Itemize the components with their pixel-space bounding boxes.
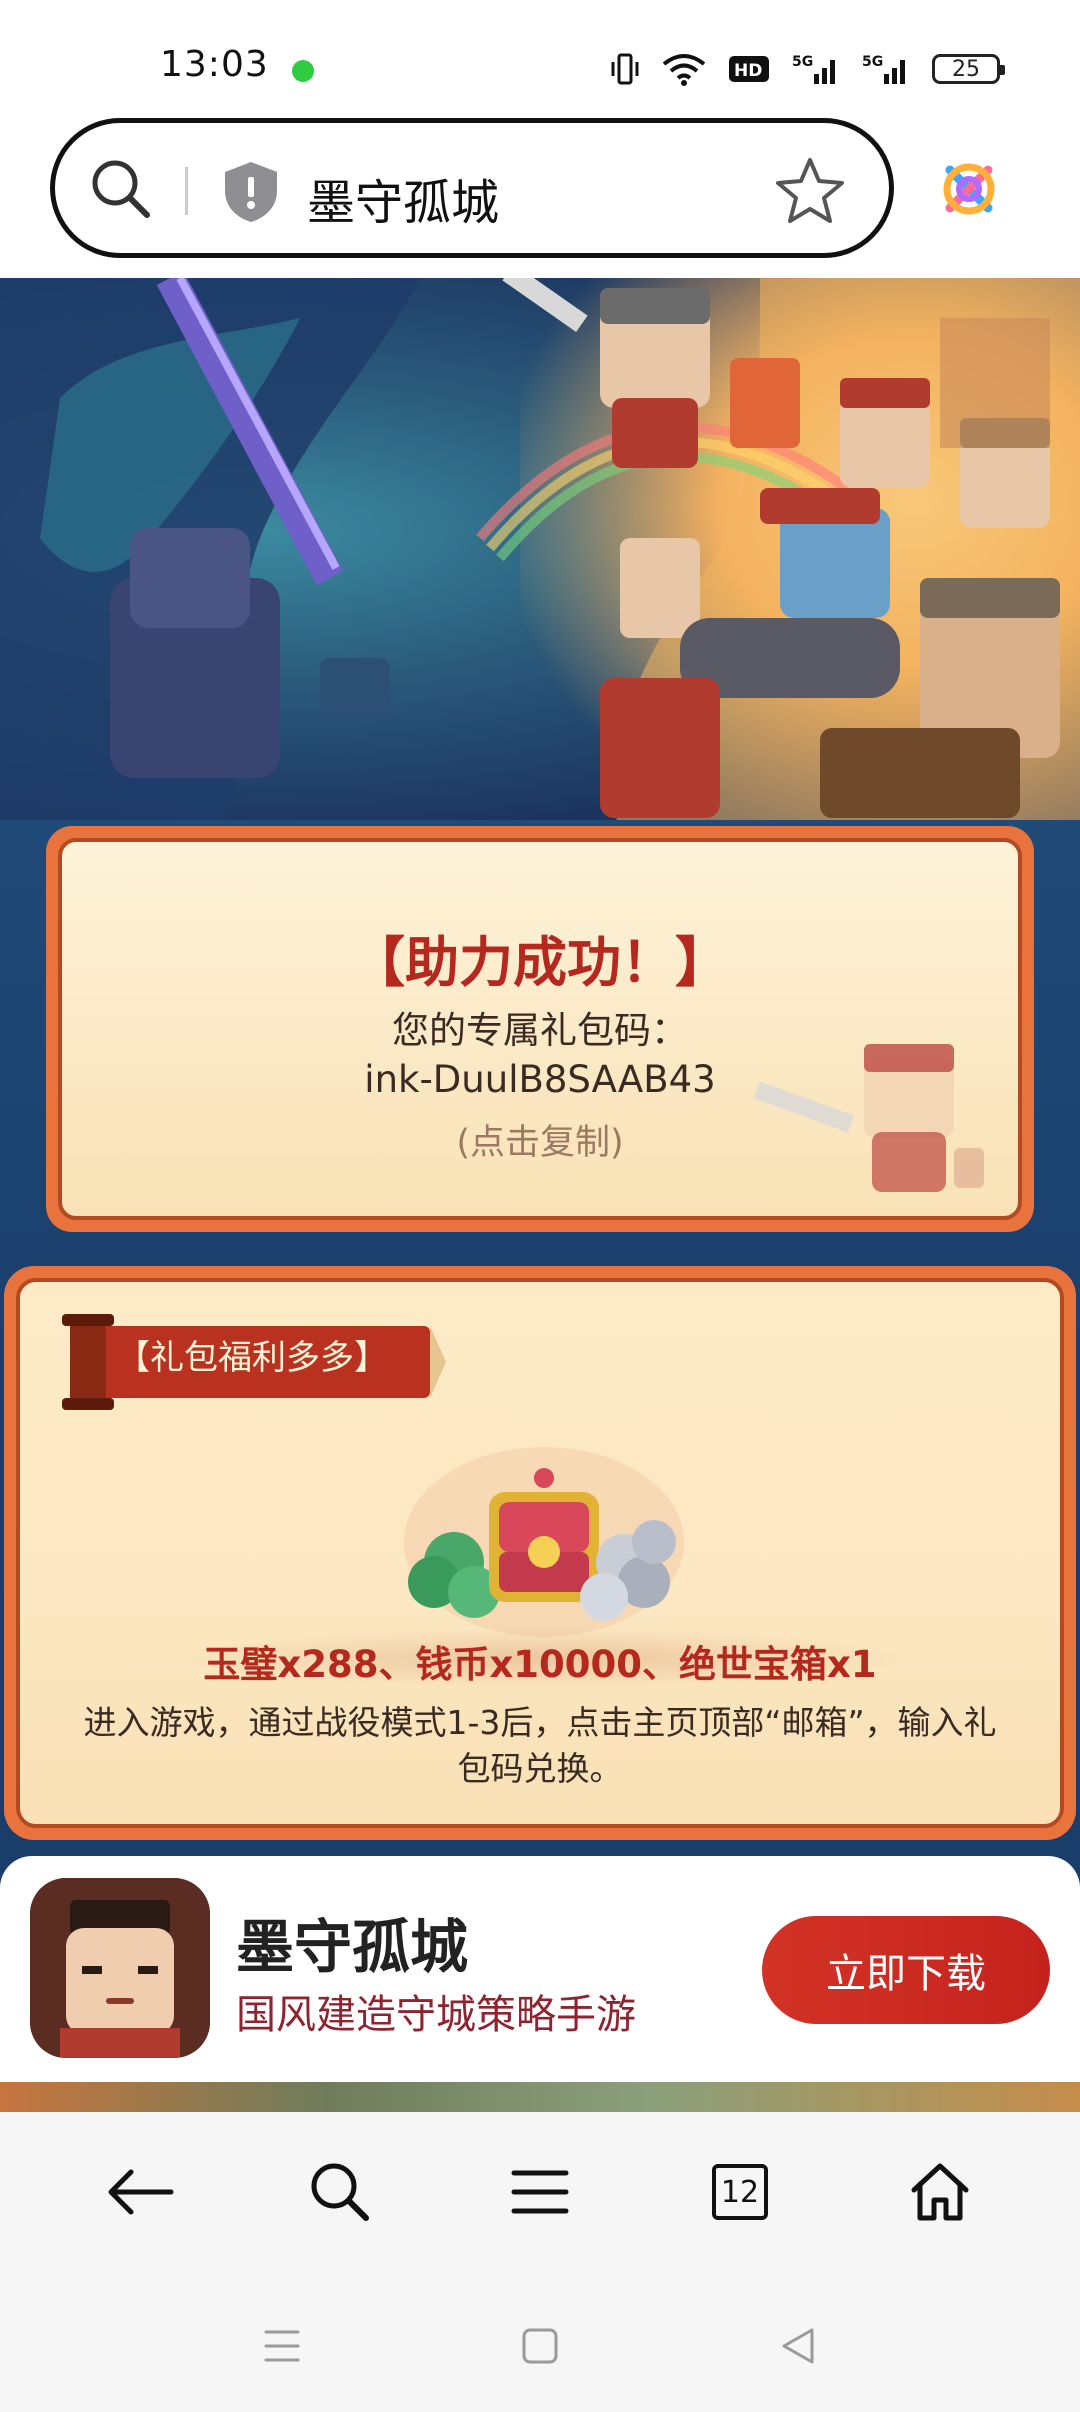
recents-icon (264, 2330, 300, 2362)
address-divider (185, 167, 188, 215)
svg-text:5G: 5G (792, 54, 813, 70)
tabs-count: 12 (712, 2164, 768, 2220)
ribbon-label: 【礼包福利多多】 (116, 1338, 388, 1378)
status-bar: 13:03 HD 5G 5G 25 (0, 0, 1080, 118)
menu-icon (511, 2170, 569, 2214)
back-button[interactable] (95, 2147, 185, 2237)
menu-button[interactable] (495, 2147, 585, 2237)
search-icon (311, 2163, 369, 2221)
system-back-button[interactable] (768, 2316, 828, 2376)
browser-logo-icon[interactable] (938, 158, 1000, 224)
signal-5g-icon: 5G (792, 52, 840, 86)
gift-code-card: 【助力成功！】 您的专属礼包码： ink-DuulB8SAAB43 (点击复制) (46, 826, 1034, 1232)
notification-dot-icon (292, 60, 314, 82)
game-banner-image (0, 278, 1080, 838)
browser-bottom-nav: 12 (0, 2112, 1080, 2272)
system-nav-bar (0, 2272, 1080, 2412)
vibrate-icon (610, 52, 640, 86)
treasure-chest-icon (404, 1447, 684, 1637)
gift-code-card-inner: 【助力成功！】 您的专属礼包码： ink-DuulB8SAAB43 (点击复制) (58, 838, 1022, 1220)
recents-button[interactable] (252, 2316, 312, 2376)
search-button[interactable] (295, 2147, 385, 2237)
status-icons: HD 5G 5G 25 (610, 50, 1005, 88)
address-bar[interactable]: 墨守孤城 (50, 118, 894, 258)
page-bottom-strip (0, 2082, 1080, 2112)
triangle-back-icon (782, 2328, 814, 2364)
redeem-instructions: 进入游戏，通过战役模式1-3后，点击主页顶部“邮箱”，输入礼包码兑换。 (83, 1703, 997, 1788)
system-home-button[interactable] (510, 2316, 570, 2376)
home-icon (911, 2163, 969, 2221)
home-button[interactable] (895, 2147, 985, 2237)
tabs-button[interactable]: 12 (695, 2147, 785, 2237)
shield-icon[interactable] (221, 159, 281, 229)
search-icon[interactable] (89, 157, 153, 225)
download-button[interactable]: 立即下载 (762, 1916, 1050, 2024)
square-icon (522, 2328, 558, 2364)
reward-list: 玉璧x288、钱币x10000、绝世宝箱x1 (203, 1643, 877, 1686)
app-name: 墨守孤城 (236, 1913, 469, 1981)
signal-5g-icon: 5G (862, 52, 910, 86)
wifi-icon (662, 52, 706, 86)
success-title: 【助力成功！】 (351, 931, 729, 994)
star-icon[interactable] (775, 155, 845, 229)
svg-text:HD: HD (734, 61, 762, 81)
hd-icon: HD (728, 54, 770, 84)
app-tagline: 国风建造守城策略手游 (236, 1992, 636, 2038)
status-time: 13:03 (160, 44, 269, 85)
gift-benefits-card-inner: 【礼包福利多多】 玉璧x288、钱币x10000、绝世宝箱x1 进入游戏，通过战… (16, 1278, 1064, 1828)
soldier-illustration (754, 1044, 984, 1192)
address-title[interactable]: 墨守孤城 (307, 163, 499, 233)
arrow-left-icon (108, 2169, 174, 2215)
app-icon[interactable] (30, 1878, 210, 2058)
battery-icon: 25 (932, 54, 1005, 84)
gift-benefits-card: 【礼包福利多多】 玉璧x288、钱币x10000、绝世宝箱x1 进入游戏，通过战… (4, 1266, 1076, 1840)
app-download-bar: 墨守孤城 国风建造守城策略手游 立即下载 (0, 1856, 1080, 2082)
svg-text:5G: 5G (862, 54, 883, 70)
